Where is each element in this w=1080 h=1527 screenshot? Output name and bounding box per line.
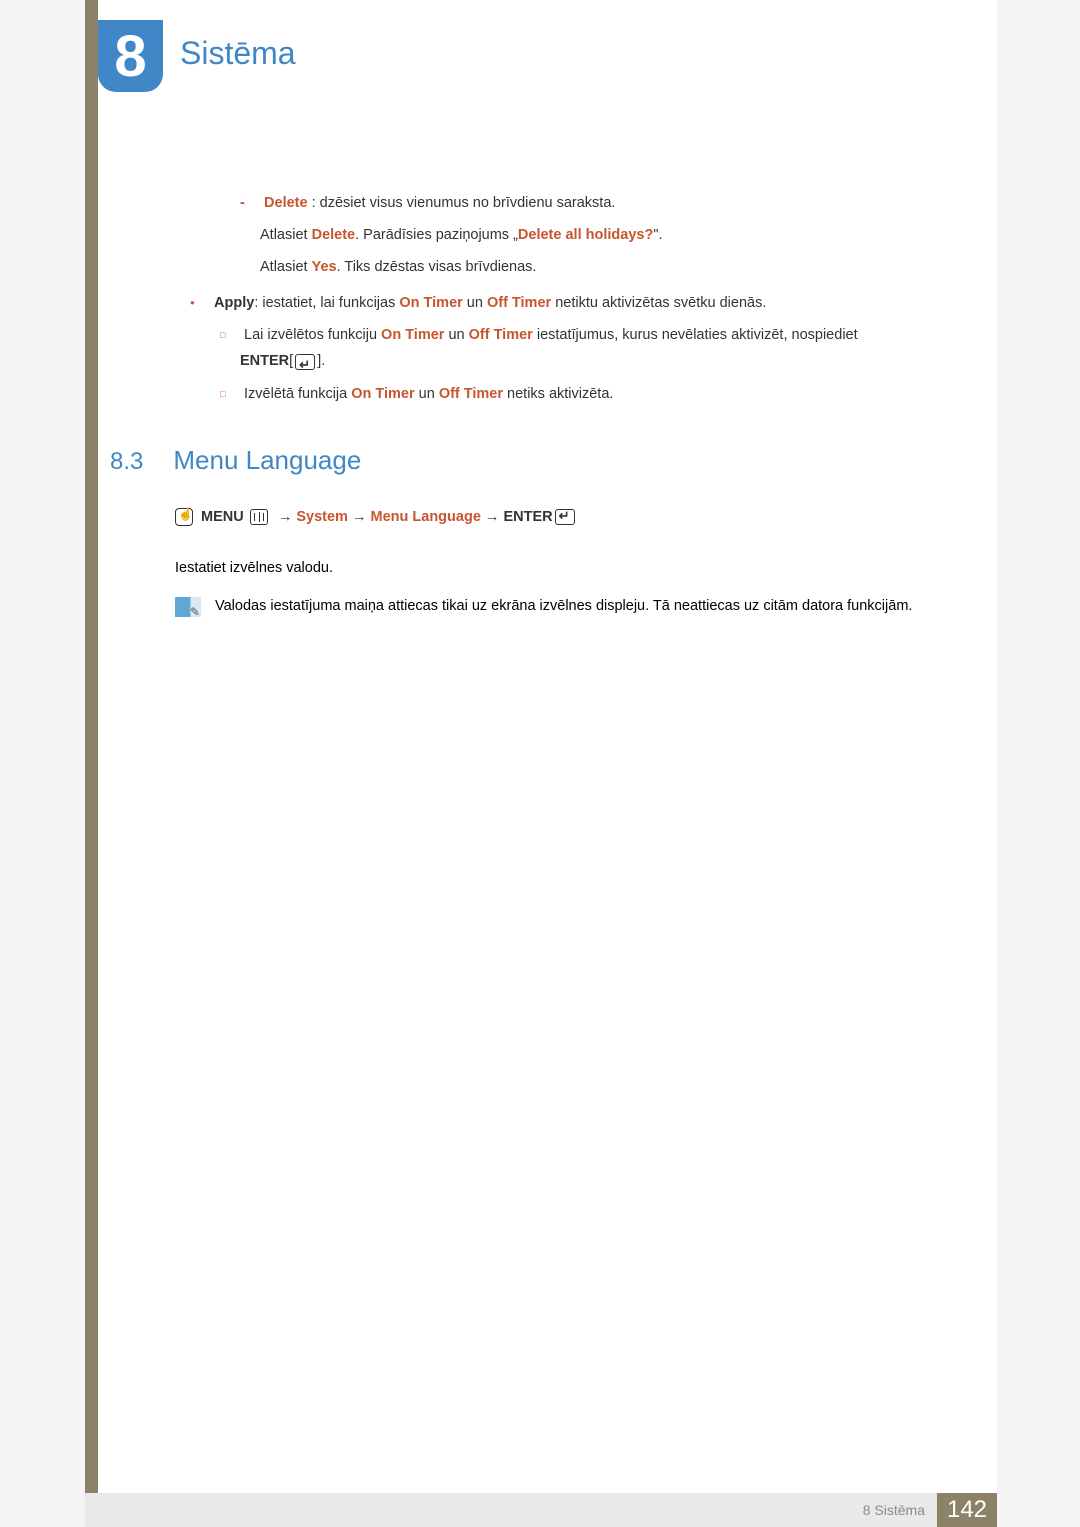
enter-icon (295, 354, 315, 370)
enter-label: ENTER (240, 353, 289, 369)
nav-path: MENU → System → Menu Language → ENTER (175, 508, 577, 526)
arrow-icon: → (485, 509, 500, 525)
text: . Parādīsies paziņojums „ (355, 227, 518, 243)
apply-item: ● Apply: iestatiet, lai funkcijas On Tim… (160, 290, 920, 316)
square-bullet-icon: □ (220, 386, 240, 402)
sidebar-strip (85, 0, 98, 1527)
chapter-number: 8 (114, 23, 146, 90)
apply-sub2: □ Izvēlētā funkcija On Timer un Off Time… (160, 381, 920, 407)
apply-sub1: □ Lai izvēlētos funkciju On Timer un Off… (160, 322, 920, 374)
text: ]. (317, 353, 325, 369)
section-number: 8.3 (110, 448, 143, 476)
text: un (463, 295, 487, 311)
arrow-icon: → (278, 509, 293, 525)
text-em: On Timer (351, 386, 414, 402)
text: un (444, 327, 468, 343)
chapter-badge: 8 (98, 20, 163, 92)
content-body: - Delete : dzēsiet visus vienumus no brī… (160, 190, 920, 413)
note-block: Valodas iestatījuma maiņa attiecas tikai… (175, 594, 915, 619)
description-text: Iestatiet izvēlnes valodu. (175, 560, 333, 576)
text: iestatījumus, kurus nevēlaties aktivizēt… (533, 327, 858, 343)
text: netiktu aktivizētas svētku dienās. (551, 295, 766, 311)
text: netiks aktivizēta. (503, 386, 613, 402)
footer-bar: 8 Sistēma 142 (85, 1493, 997, 1527)
text: : iestatiet, lai funkcijas (254, 295, 399, 311)
note-icon (175, 597, 201, 617)
text: . Tiks dzēstas visas brīvdienas. (337, 259, 537, 275)
text: ". (653, 227, 662, 243)
text-em: Off Timer (439, 386, 503, 402)
delete-line2: Atlasiet Delete. Parādīsies paziņojums „… (160, 222, 920, 248)
footer-page-number: 142 (937, 1493, 997, 1527)
text-em: Delete (312, 227, 356, 243)
square-bullet-icon: □ (220, 327, 240, 343)
delete-line3: Atlasiet Yes. Tiks dzēstas visas brīvdie… (160, 254, 920, 280)
osd-icon (175, 508, 193, 526)
arrow-icon: → (352, 509, 367, 525)
text-em: Delete all holidays? (518, 227, 653, 243)
text: un (415, 386, 439, 402)
nav-system: System (296, 509, 348, 525)
section-heading: 8.3 Menu Language (110, 445, 361, 476)
menu-icon (250, 509, 268, 525)
footer-breadcrumb: 8 Sistēma (863, 1502, 925, 1518)
text-em: Off Timer (487, 295, 551, 311)
delete-label: Delete (264, 195, 308, 211)
nav-menu: MENU (201, 509, 244, 525)
note-text: Valodas iestatījuma maiņa attiecas tikai… (215, 594, 912, 619)
dash-bullet-icon: - (240, 190, 260, 216)
text: Atlasiet (260, 259, 312, 275)
chapter-title: Sistēma (180, 35, 296, 72)
text: [ (289, 353, 293, 369)
text: Atlasiet (260, 227, 312, 243)
text: Izvēlētā funkcija (244, 386, 351, 402)
section-title: Menu Language (173, 445, 361, 476)
text-em: Yes (312, 259, 337, 275)
nav-enter: ENTER (503, 509, 552, 525)
text: Lai izvēlētos funkciju (244, 327, 381, 343)
text-em: Off Timer (469, 327, 533, 343)
delete-desc: : dzēsiet visus vienumus no brīvdienu sa… (308, 195, 616, 211)
enter-icon (555, 509, 575, 525)
dot-bullet-icon: ● (190, 296, 210, 310)
delete-item: - Delete : dzēsiet visus vienumus no brī… (160, 190, 920, 216)
apply-label: Apply (214, 295, 254, 311)
nav-menu-language: Menu Language (371, 509, 481, 525)
text-em: On Timer (381, 327, 444, 343)
text-em: On Timer (399, 295, 462, 311)
